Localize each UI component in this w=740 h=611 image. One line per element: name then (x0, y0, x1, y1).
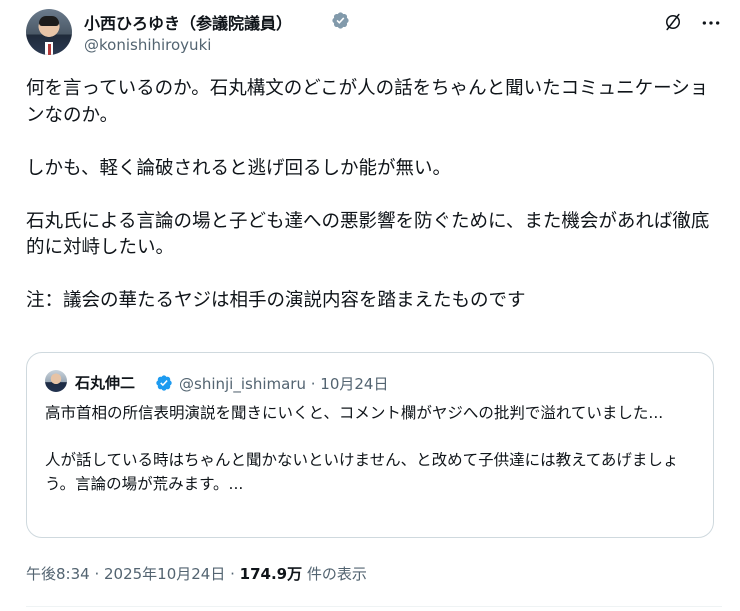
post-paragraph: 石丸氏による言論の場と子ども達への悪影響を防ぐために、また機会があれば徹底的に対… (26, 210, 710, 259)
post-text: 何を言っているのか。石丸構文のどこが人の話をちゃんと聞いたコミュニケーションなの… (26, 76, 726, 341)
quoted-paragraph: 高市首相の所信表明演説を聞きにいくと、コメント欄がヤジへの批判で溢れていました.… (45, 404, 664, 422)
post-paragraph: 何を言っているのか。石丸構文のどこが人の話をちゃんと聞いたコミュニケーションなの… (26, 78, 709, 126)
more-icon[interactable] (701, 13, 721, 33)
post-timestamp[interactable]: 午後8:34 · 2025年10月24日 · (26, 565, 240, 583)
divider (26, 606, 722, 607)
quoted-author-avatar[interactable] (45, 370, 67, 392)
quoted-post-text: 高市首相の所信表明演説を聞きにいくと、コメント欄がヤジへの批判で溢れていました.… (45, 402, 705, 520)
post-footer: 午後8:34 · 2025年10月24日 · 174.9万 件の表示 (26, 563, 367, 584)
views-label: 件の表示 (302, 565, 367, 583)
quoted-author-meta[interactable]: @shinji_ishimaru · 10月24日 (179, 373, 388, 394)
post-paragraph: しかも、軽く論破されると逃げ回るしか能が無い。 (26, 157, 451, 179)
quoted-post-card[interactable]: 石丸伸二 @shinji_ishimaru · 10月24日 高市首相の所信表明… (26, 352, 714, 538)
verified-badge-icon (156, 375, 172, 391)
avatar-hair (39, 16, 59, 26)
post-paragraph: 注：議会の華たるヤジは相手の演説内容を踏まえたものです (26, 290, 526, 311)
avatar-tie (47, 44, 51, 55)
author-avatar[interactable] (26, 9, 72, 55)
author-display-name[interactable]: 小西ひろゆき（参議院議員） (84, 10, 292, 34)
quoted-paragraph: 人が話している時はちゃんと聞かないといけません、と改めて子供達には教えてあげまし… (45, 451, 679, 493)
verified-badge-icon (332, 12, 349, 29)
views-count: 174.9万 (239, 565, 303, 583)
grok-icon[interactable] (663, 12, 683, 32)
quoted-author-name[interactable]: 石丸伸二 (75, 372, 135, 393)
author-handle[interactable]: @konishihiroyuki (84, 36, 211, 54)
